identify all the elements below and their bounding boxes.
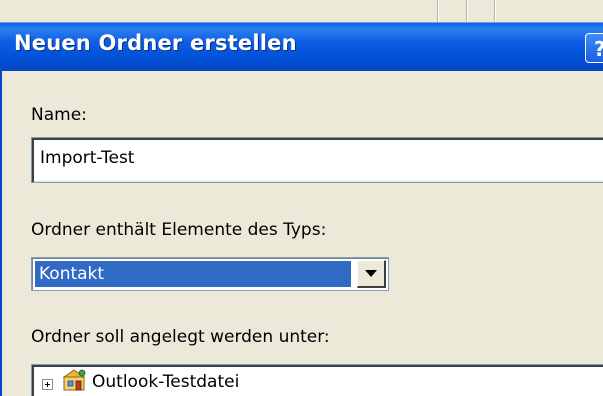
type-select-value: Kontakt [35,261,351,287]
tree-item-label[interactable]: Outlook-Testdatei [92,372,239,392]
chevron-down-icon [365,270,377,277]
expand-icon[interactable] [42,379,53,390]
help-button[interactable]: ? [585,33,603,63]
background-window-strip [0,0,603,22]
title-bar[interactable]: Neuen Ordner erstellen [0,22,603,71]
name-label: Name: [31,105,87,125]
dialog-window: Neuen Ordner erstellen ? Name: Import-Te… [0,0,603,396]
name-input[interactable]: Import-Test [31,137,603,183]
folder-tree[interactable]: Outlook-Testdatei [31,364,603,396]
divider [438,0,439,22]
type-label: Ordner enthält Elemente des Typs: [31,220,327,240]
dialog-title: Neuen Ordner erstellen [14,31,297,55]
location-label: Ordner soll angelegt werden unter: [31,327,330,347]
divider [467,0,468,22]
dropdown-button[interactable] [357,260,386,288]
type-select[interactable]: Kontakt [31,257,389,291]
divider [495,0,496,22]
outlook-today-icon [62,369,86,391]
